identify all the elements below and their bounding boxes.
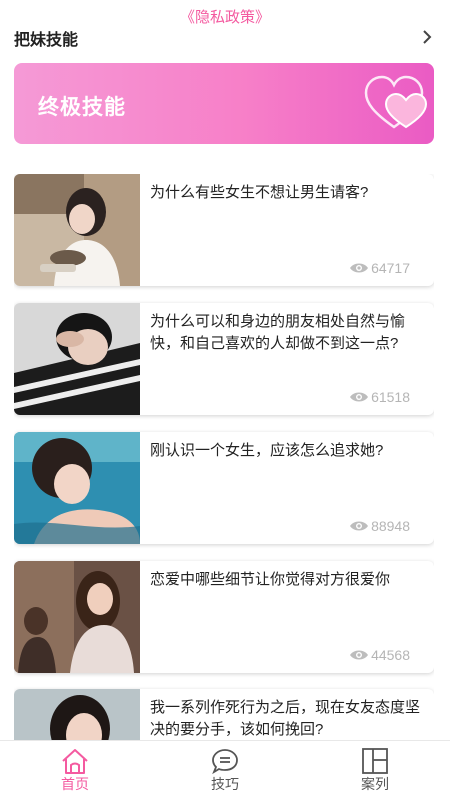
view-count-value: 64717 [371, 260, 410, 276]
eye-icon [350, 263, 369, 273]
article-title: 为什么可以和身边的朋友相处自然与愉快，和自己喜欢的人却做不到这一点? [150, 313, 406, 352]
article-thumbnail [14, 432, 140, 544]
article-thumbnail [14, 561, 140, 673]
article-list[interactable]: 为什么有些女生不想让男生请客? 64717 为什么可以和身边的朋友相处自然与愉快… [14, 174, 434, 740]
article-card[interactable]: 我一系列作死行为之后，现在女友态度坚决的要分手，该如何挽回? [14, 689, 434, 740]
article-card[interactable]: 为什么有些女生不想让男生请客? 64717 [14, 174, 434, 286]
section-header[interactable]: 把妹技能 [0, 22, 450, 52]
chevron-right-icon[interactable] [420, 30, 434, 44]
view-count: 44568 [349, 647, 410, 663]
article-card[interactable]: 恋爱中哪些细节让你觉得对方很爱你 44568 [14, 561, 434, 673]
eye-icon [350, 392, 369, 402]
tab-home-label: 首页 [61, 776, 89, 792]
view-count-value: 44568 [371, 647, 410, 663]
hearts-icon [364, 75, 428, 129]
article-title: 恋爱中哪些细节让你觉得对方很爱你 [150, 571, 391, 588]
view-count: 64717 [349, 260, 410, 276]
article-thumbnail [14, 303, 140, 415]
article-title: 为什么有些女生不想让男生请客? [150, 184, 369, 201]
section-title: 把妹技能 [14, 32, 79, 49]
home-icon [62, 749, 88, 774]
article-thumbnail [14, 689, 140, 740]
layout-icon [362, 748, 388, 774]
article-title: 我一系列作死行为之后，现在女友态度坚决的要分手，该如何挽回? [150, 699, 421, 738]
view-count-value: 61518 [371, 389, 410, 405]
article-thumbnail [14, 174, 140, 286]
bottom-tab-bar: 首页 技巧 案列 [0, 740, 450, 800]
tab-tips[interactable]: 技巧 [150, 741, 300, 800]
banner-title: 终极技能 [38, 96, 126, 119]
chat-bubble-icon [212, 749, 238, 775]
tab-home[interactable]: 首页 [0, 741, 150, 800]
eye-icon [350, 521, 369, 531]
article-card[interactable]: 为什么可以和身边的朋友相处自然与愉快，和自己喜欢的人却做不到这一点? 61518 [14, 303, 434, 415]
eye-icon [350, 650, 369, 660]
article-card[interactable]: 刚认识一个女生，应该怎么追求她? 88948 [14, 432, 434, 544]
view-count: 88948 [349, 518, 410, 534]
article-title: 刚认识一个女生，应该怎么追求她? [150, 442, 384, 459]
view-count-value: 88948 [371, 518, 410, 534]
tab-cases[interactable]: 案列 [300, 741, 450, 800]
tab-tips-label: 技巧 [211, 776, 239, 792]
tab-cases-label: 案列 [361, 776, 389, 792]
view-count: 61518 [349, 389, 410, 405]
ultimate-skills-banner[interactable]: 终极技能 [14, 63, 434, 144]
